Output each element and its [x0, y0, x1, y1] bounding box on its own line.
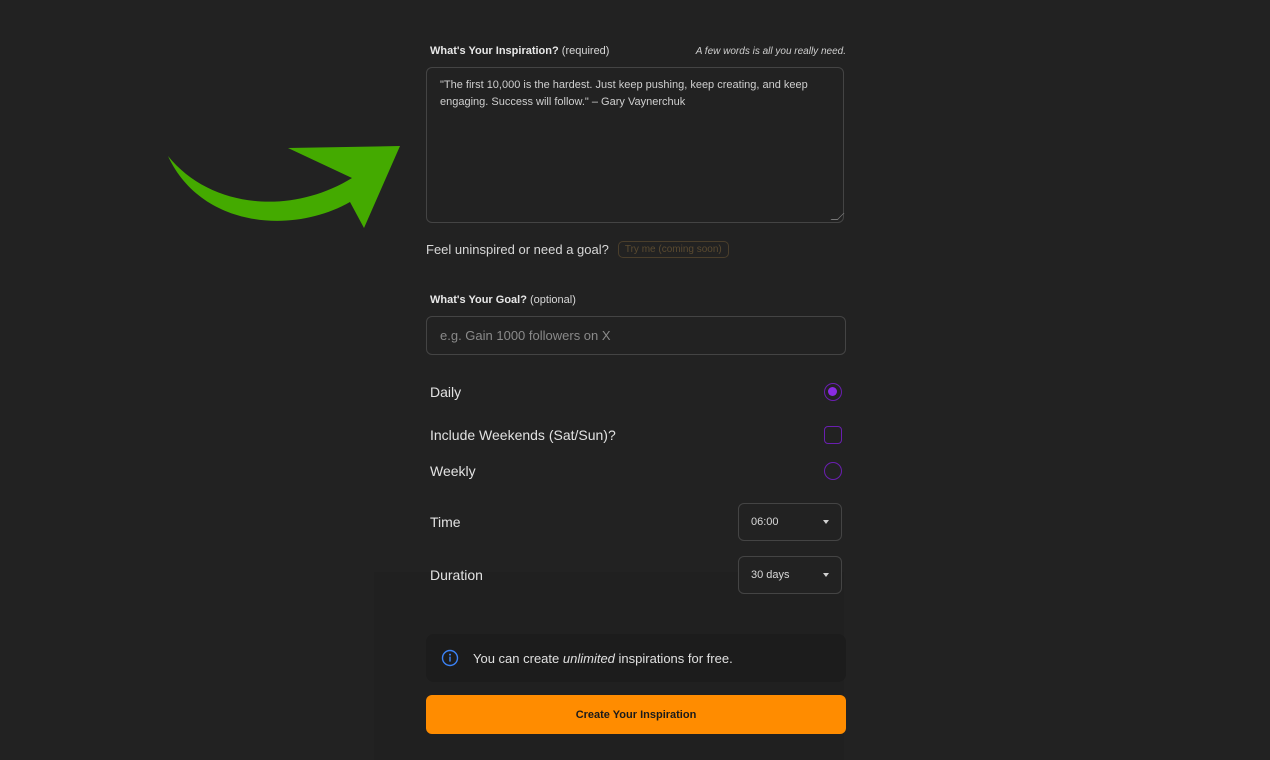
goal-placeholder: e.g. Gain 1000 followers on X	[440, 328, 611, 343]
caret-down-icon	[823, 520, 829, 524]
feel-uninspired-row: Feel uninspired or need a goal? Try me (…	[426, 241, 729, 258]
required-note: (required)	[561, 45, 610, 57]
feel-uninspired-text: Feel uninspired or need a goal?	[426, 242, 609, 257]
inspiration-text: "The first 10,000 is the hardest. Just k…	[440, 79, 808, 108]
inspiration-label: What's Your Inspiration?	[430, 45, 559, 57]
info-prefix: You can create	[473, 650, 563, 666]
duration-row: Duration 30 days	[430, 556, 842, 594]
create-inspiration-button[interactable]: Create Your Inspiration	[426, 695, 846, 734]
daily-option[interactable]: Daily	[430, 383, 842, 401]
weekly-option[interactable]: Weekly	[430, 462, 842, 480]
time-value: 06:00	[751, 516, 779, 528]
inspiration-textarea[interactable]: "The first 10,000 is the hardest. Just k…	[426, 67, 845, 223]
daily-label: Daily	[430, 384, 462, 400]
weekends-option[interactable]: Include Weekends (Sat/Sun)?	[430, 426, 842, 444]
optional-note: (optional)	[530, 294, 576, 306]
weekends-checkbox[interactable]	[824, 426, 842, 444]
daily-radio[interactable]	[824, 383, 842, 401]
goal-label: What's Your Goal?	[430, 294, 527, 306]
green-arrow-icon	[168, 146, 400, 228]
time-select[interactable]: 06:00	[738, 503, 842, 541]
weekends-label: Include Weekends (Sat/Sun)?	[430, 427, 616, 443]
info-suffix: inspirations for free.	[614, 650, 733, 666]
goal-label-row: What's Your Goal? (optional)	[430, 294, 846, 306]
info-banner: You can create unlimited inspirations fo…	[426, 634, 846, 682]
info-circle-icon	[441, 649, 459, 667]
time-label: Time	[430, 514, 461, 530]
time-row: Time 06:00	[430, 503, 842, 541]
inspiration-hint: A few words is all you really need.	[695, 46, 846, 57]
goal-input[interactable]: e.g. Gain 1000 followers on X	[426, 316, 846, 355]
weekly-label: Weekly	[430, 463, 476, 479]
page: What's Your Inspiration? (required) A fe…	[0, 0, 1270, 760]
weekly-radio[interactable]	[824, 462, 842, 480]
try-me-button[interactable]: Try me (coming soon)	[617, 241, 729, 258]
inspiration-label-row: What's Your Inspiration? (required) A fe…	[430, 45, 846, 57]
duration-select[interactable]: 30 days	[738, 556, 842, 594]
duration-value: 30 days	[751, 569, 790, 581]
duration-label: Duration	[430, 567, 483, 583]
info-text: You can create unlimited inspirations fo…	[473, 651, 733, 666]
resize-handle-icon[interactable]	[830, 213, 845, 220]
caret-down-icon	[823, 573, 829, 577]
info-emphasis: unlimited	[562, 650, 615, 666]
